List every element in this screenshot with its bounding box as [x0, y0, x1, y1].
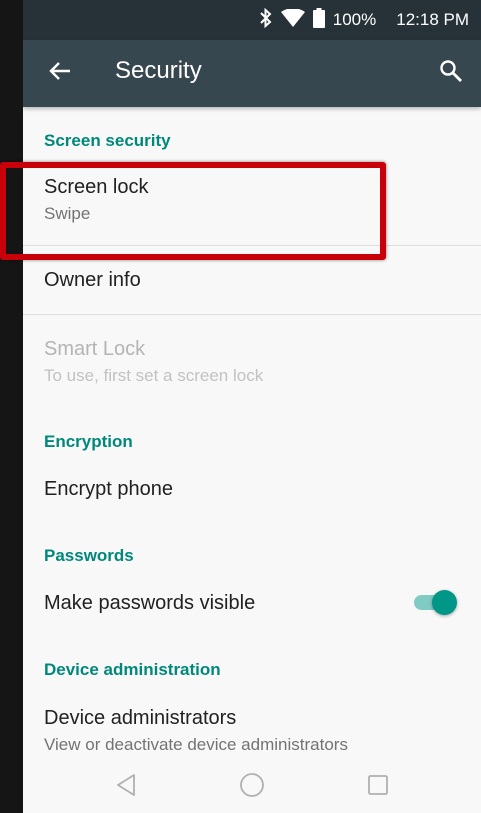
toggle-thumb	[432, 590, 457, 615]
app-bar: Security	[23, 40, 481, 107]
list-item-encrypt-phone[interactable]: Encrypt phone	[23, 457, 481, 527]
home-icon	[239, 772, 265, 803]
item-title: Encrypt phone	[44, 478, 173, 500]
bluetooth-icon	[259, 7, 273, 33]
item-summary: View or deactivate device administrators	[44, 735, 348, 754]
wifi-icon	[280, 7, 305, 32]
item-summary: To use, first set a screen lock	[44, 366, 264, 385]
search-icon	[439, 59, 463, 88]
section-header-device-administration: Device administration	[44, 660, 221, 679]
list-item-smart-lock: Smart Lock To use, first set a screen lo…	[23, 315, 481, 405]
item-title: Device administrators	[44, 707, 237, 729]
item-title: Smart Lock	[44, 338, 146, 360]
phone-screen: 100% 12:18 PM Security Screen security S…	[23, 0, 481, 813]
section-header-encryption: Encryption	[44, 432, 133, 451]
screen-edge	[0, 0, 23, 813]
status-icons: 100% 12:18 PM	[259, 0, 469, 40]
arrow-back-icon	[49, 61, 71, 86]
list-item-device-administrators[interactable]: Device administrators View or deactivate…	[23, 687, 481, 767]
battery-icon	[312, 7, 325, 33]
battery-percent: 100%	[332, 10, 377, 29]
navigation-bar	[23, 760, 481, 813]
nav-home-button[interactable]	[237, 772, 267, 802]
item-title: Make passwords visible	[44, 592, 256, 614]
search-button[interactable]	[435, 57, 467, 89]
passwords-visible-toggle[interactable]	[412, 590, 458, 615]
nav-back-button[interactable]	[111, 772, 141, 802]
back-button[interactable]	[45, 58, 75, 88]
back-icon	[114, 773, 138, 802]
status-bar: 100% 12:18 PM	[23, 0, 481, 40]
recents-icon	[367, 774, 389, 801]
nav-recents-button[interactable]	[363, 772, 393, 802]
page-title: Security	[115, 57, 202, 84]
section-header-screen-security: Screen security	[44, 131, 171, 150]
section-header-passwords: Passwords	[44, 546, 134, 565]
item-title: Owner info	[44, 269, 141, 291]
highlight-box	[0, 162, 386, 260]
clock: 12:18 PM	[396, 10, 469, 29]
